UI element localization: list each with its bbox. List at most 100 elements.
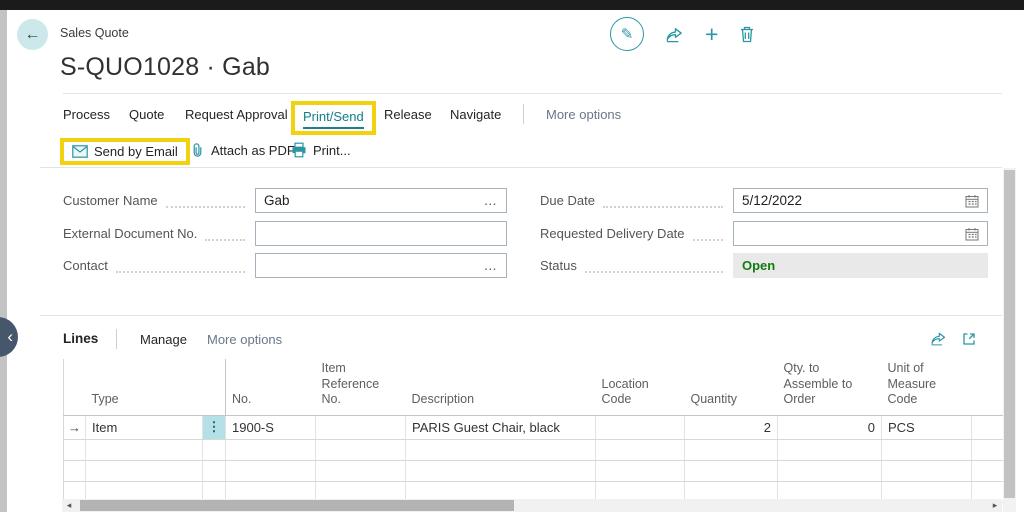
col-header-item-reference-no[interactable]: Item Reference No. (315, 359, 406, 416)
customer-name-value: Gab (264, 193, 290, 208)
share-button[interactable] (665, 25, 684, 44)
tab-release[interactable]: Release (384, 107, 432, 122)
attach-as-pdf-label: Attach as PDF (211, 142, 295, 158)
col-header-quantity[interactable]: Quantity (684, 359, 778, 416)
row-arrow-icon: → (68, 419, 81, 435)
scroll-left-icon: ◂ (66, 500, 72, 510)
delete-button[interactable] (739, 25, 755, 43)
calendar-icon[interactable] (965, 194, 979, 208)
expand-icon (963, 332, 975, 345)
calendar-icon[interactable] (965, 227, 979, 241)
external-doc-input[interactable] (255, 221, 507, 246)
tab-process[interactable]: Process (63, 107, 110, 122)
email-icon (72, 145, 88, 158)
status-label: Status (540, 258, 577, 273)
dotted-leader (205, 227, 245, 241)
contact-label: Contact (63, 258, 108, 273)
cell-qty-to-assemble[interactable]: 0 (777, 415, 882, 440)
empty-row (63, 460, 1004, 482)
status-value: Open (742, 258, 776, 273)
scroll-right-icon: ▸ (992, 500, 998, 510)
col-header-partial (971, 359, 1004, 416)
lines-manage-button[interactable]: Manage (140, 332, 187, 347)
scroll-right-arrow[interactable]: ▸ (988, 499, 1002, 512)
lines-icons (930, 330, 977, 347)
tab-quote[interactable]: Quote (129, 107, 164, 122)
row-options-button[interactable]: ⋮ (202, 415, 226, 440)
vertical-scroll-thumb[interactable] (1004, 170, 1015, 498)
dotted-leader (165, 194, 245, 208)
dotted-leader (115, 259, 245, 273)
status-field: Open (733, 253, 988, 278)
cell-partial (971, 415, 1004, 440)
send-by-email-highlight: Send by Email (60, 138, 190, 165)
lines-card-divider (40, 315, 1002, 316)
toolbar-divider (40, 167, 1002, 168)
lines-expand-button[interactable] (961, 330, 977, 347)
trash-icon (741, 26, 754, 43)
cell-type[interactable]: Item (85, 415, 203, 440)
line-row-1: → Item ⋮ 1900-S PARIS Guest Chair, black… (63, 415, 1004, 440)
horizontal-scroll-thumb[interactable] (80, 500, 514, 511)
col-header-location-code[interactable]: Location Code (595, 359, 685, 416)
lookup-ellipsis-icon[interactable]: … (484, 258, 499, 273)
plus-icon: + (705, 21, 719, 47)
back-button[interactable]: ← (17, 19, 48, 50)
cell-location-code[interactable] (595, 415, 685, 440)
requested-delivery-input[interactable] (733, 221, 988, 246)
lines-table: Type No. Item Reference No. Description … (63, 359, 1004, 503)
breadcrumb: Sales Quote (60, 26, 129, 40)
contact-row: Contact (63, 253, 253, 278)
table-header-row: Type No. Item Reference No. Description … (63, 359, 1004, 416)
print-button[interactable]: Print... (291, 142, 351, 158)
edit-button[interactable]: ✎ (610, 17, 644, 51)
lines-share-button[interactable] (930, 330, 947, 347)
col-header-description[interactable]: Description (405, 359, 596, 416)
customer-name-row: Customer Name (63, 188, 253, 213)
external-doc-label: External Document No. (63, 226, 198, 241)
cell-description[interactable]: PARIS Guest Chair, black (405, 415, 596, 440)
empty-row (63, 439, 1004, 461)
tab-print-send[interactable]: Print/Send (303, 109, 364, 129)
window-top-bar (0, 0, 1024, 10)
due-date-input[interactable]: 5/12/2022 (733, 188, 988, 213)
lookup-ellipsis-icon[interactable]: … (484, 193, 499, 208)
col-header-type[interactable]: Type (85, 359, 203, 416)
tab-request-approval[interactable]: Request Approval (185, 107, 288, 122)
col-header-no[interactable]: No. (225, 359, 316, 416)
customer-name-input[interactable]: Gab … (255, 188, 507, 213)
vertical-scrollbar[interactable] (1003, 168, 1016, 512)
attach-as-pdf-button[interactable]: Attach as PDF (190, 142, 295, 158)
active-row-indicator: → (63, 415, 86, 440)
col-header-unit-of-measure[interactable]: Unit of Measure Code (881, 359, 972, 416)
cell-unit-of-measure[interactable]: PCS (881, 415, 972, 440)
cell-quantity[interactable]: 2 (684, 415, 778, 440)
cell-item-reference-no[interactable] (315, 415, 406, 440)
cell-no[interactable]: 1900-S (225, 415, 316, 440)
print-label: Print... (313, 142, 351, 158)
tab-navigate[interactable]: Navigate (450, 107, 501, 122)
pencil-icon: ✎ (620, 26, 634, 43)
horizontal-scrollbar[interactable]: ◂ ▸ (62, 499, 1002, 512)
page-title: S-QUO1028 · Gab (60, 53, 271, 81)
external-doc-row: External Document No. (63, 221, 253, 246)
contact-input[interactable]: … (255, 253, 507, 278)
scroll-left-arrow[interactable]: ◂ (62, 499, 76, 512)
share-icon (931, 332, 946, 346)
lines-title: Lines (63, 331, 99, 346)
lines-more-options[interactable]: More options (207, 332, 282, 347)
requested-delivery-label: Requested Delivery Date (540, 226, 685, 241)
dotted-leader (692, 227, 723, 241)
system-actions: ✎ + (610, 16, 755, 52)
back-arrow-icon: ← (24, 25, 41, 43)
dotted-leader (584, 259, 723, 273)
send-by-email-button[interactable]: Send by Email (72, 144, 178, 159)
due-date-value: 5/12/2022 (742, 193, 803, 208)
due-date-row: Due Date (540, 188, 731, 213)
add-button[interactable]: + (705, 21, 719, 47)
col-header-qty-to-assemble[interactable]: Qty. to Assemble to Order (777, 359, 882, 416)
left-edge-strip (0, 10, 7, 512)
requested-delivery-row: Requested Delivery Date (540, 221, 731, 246)
collapse-panel-button[interactable]: ‹ (0, 317, 18, 357)
tab-more-options[interactable]: More options (546, 107, 621, 122)
